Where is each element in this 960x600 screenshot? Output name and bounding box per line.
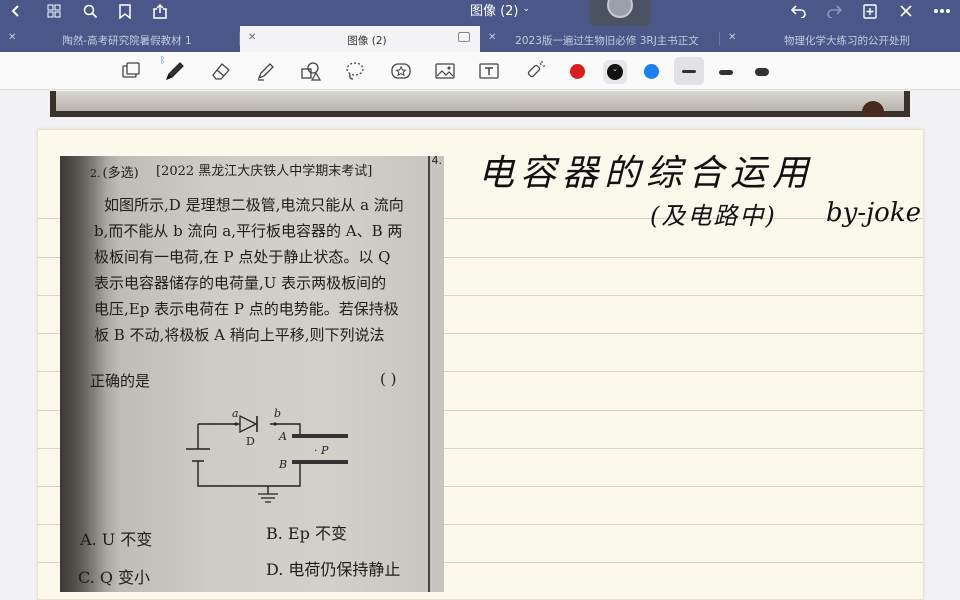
selected-mark-icon: ⌄: [612, 65, 618, 73]
question-line: 正确的是: [90, 372, 151, 390]
option-c: C. Q 变小: [78, 568, 151, 587]
previous-page-photo: [56, 91, 904, 111]
drawing-toolbar: ᛒ ⌄: [0, 52, 960, 90]
chevron-down-icon: ⌄: [522, 4, 531, 14]
tab-bar: ✕ 陶然-高考研究院暑假教材 1 ✕ 图像 (2) ✕ 2023版一遍过生物旧必…: [0, 26, 960, 52]
note-page[interactable]: 4. 2. (多选) [2022 黑龙江大庆铁人中学期末考试] 如图所示,D 是理…: [37, 129, 924, 600]
sticker-icon[interactable]: [388, 58, 414, 84]
label-plate-a: A: [278, 430, 287, 443]
text-icon[interactable]: [476, 58, 502, 84]
label-diode: D: [246, 435, 255, 448]
tab-close-icon[interactable]: ✕: [728, 32, 736, 43]
redo-icon[interactable]: [822, 0, 846, 22]
tab-close-icon[interactable]: ✕: [488, 32, 496, 43]
tab-label: 2023版一遍过生物旧必修 3RJ主书正文: [515, 35, 699, 47]
tab-label: 图像 (2): [347, 35, 387, 47]
tab-1[interactable]: ✕ 陶然-高考研究院暑假教材 1: [0, 26, 240, 52]
previous-page-object: [862, 101, 884, 117]
next-question-number: 4.: [431, 156, 443, 167]
tab-label: 物理化学大练习的公开处刑: [784, 35, 910, 47]
circuit-diagram: a b D A B · P: [186, 407, 348, 503]
laser-pointer-icon[interactable]: [522, 58, 548, 84]
question-line: 表示电容器储存的电荷量,U 表示两极板间的: [94, 274, 387, 292]
option-b: B. Ep 不变: [266, 524, 347, 543]
question-header: 2. (多选): [90, 162, 139, 181]
grid-icon[interactable]: [42, 0, 66, 22]
label-plate-b: B: [278, 458, 287, 471]
handwritten-title[interactable]: 电容器的综合运用: [478, 144, 814, 196]
question-number: 2.: [90, 167, 101, 180]
document-title-text: 图像 (2): [469, 3, 519, 19]
search-icon[interactable]: [78, 0, 102, 22]
highlighter-icon[interactable]: [253, 58, 279, 84]
page-layout-icon[interactable]: [118, 58, 144, 84]
option-d: D. 电荷仍保持静止: [266, 560, 401, 579]
color-black-swatch-selected[interactable]: ⌄: [603, 60, 627, 84]
label-b: b: [274, 407, 281, 420]
stroke-width-thin-selected[interactable]: [674, 57, 704, 85]
handwritten-author[interactable]: by-joker: [826, 198, 923, 228]
tab-close-icon[interactable]: ✕: [8, 32, 16, 43]
question-line: 电压,Ep 表示电荷在 P 点的电势能。若保持极: [94, 300, 399, 318]
image-icon[interactable]: [432, 58, 458, 84]
previous-page-image: [50, 91, 910, 117]
shapes-icon[interactable]: [297, 58, 323, 84]
answer-blank: ( ): [380, 370, 397, 388]
undo-icon[interactable]: [787, 0, 811, 22]
question-line: b,而不能从 b 流向 a,平行板电容器的 A、B 两: [94, 222, 403, 240]
handwritten-subtitle[interactable]: (及电路中): [650, 196, 777, 231]
bookmark-icon[interactable]: [113, 0, 137, 22]
color-red-swatch[interactable]: [570, 64, 585, 79]
question-line: 如图所示,D 是理想二极管,电流只能从 a 流向: [104, 196, 404, 214]
document-title[interactable]: 图像 (2) ⌄: [420, 0, 580, 19]
chevron-left-icon[interactable]: [4, 0, 28, 22]
lasso-icon[interactable]: [342, 58, 368, 84]
question-line: 板 B 不动,将极板 A 稍向上平移,则下列说法: [94, 326, 385, 344]
close-icon[interactable]: [894, 0, 918, 22]
more-icon[interactable]: [930, 0, 954, 22]
add-page-icon[interactable]: [858, 0, 882, 22]
tab-3[interactable]: ✕ 2023版一遍过生物旧必修 3RJ主书正文: [480, 26, 720, 52]
pen-icon[interactable]: [162, 58, 188, 84]
title-bar: 图像 (2) ⌄: [0, 0, 960, 30]
split-view-icon[interactable]: [458, 32, 470, 42]
pasted-question-photo[interactable]: 4. 2. (多选) [2022 黑龙江大庆铁人中学期末考试] 如图所示,D 是理…: [60, 156, 444, 592]
tab-close-icon[interactable]: ✕: [248, 32, 256, 43]
photo-page-edge: [428, 156, 430, 592]
stroke-width-thick[interactable]: [748, 60, 776, 84]
question-source: [2022 黑龙江大庆铁人中学期末考试]: [156, 164, 373, 179]
label-a: a: [232, 407, 239, 420]
question-type: (多选): [102, 166, 139, 181]
label-point-p: · P: [314, 444, 329, 457]
option-a: A. U 不变: [80, 530, 153, 549]
tab-2-active[interactable]: ✕ 图像 (2): [240, 26, 480, 52]
camera-dot-icon: [607, 0, 633, 18]
stroke-width-medium[interactable]: [712, 60, 740, 84]
tab-4[interactable]: ✕ 物理化学大练习的公开处刑: [720, 26, 960, 52]
color-blue-swatch[interactable]: [644, 64, 659, 79]
notes-canvas[interactable]: 4. 2. (多选) [2022 黑龙江大庆铁人中学期末考试] 如图所示,D 是理…: [0, 91, 960, 600]
share-icon[interactable]: [148, 0, 172, 22]
eraser-icon[interactable]: [208, 58, 234, 84]
question-line: 极板间有一电荷,在 P 点处于静止状态。以 Q: [94, 248, 391, 266]
tab-label: 陶然-高考研究院暑假教材 1: [62, 35, 192, 47]
